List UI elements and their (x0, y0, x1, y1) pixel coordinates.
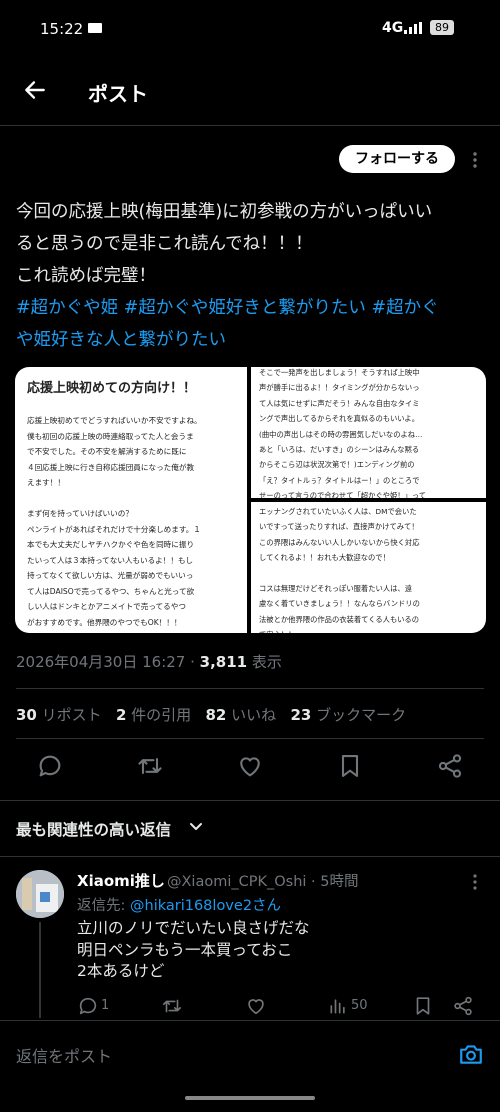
views-icon[interactable] (328, 994, 348, 1018)
status-bar: 15:22 4G 89 (0, 0, 500, 56)
chevron-down-icon[interactable] (189, 822, 203, 832)
header-divider (0, 125, 500, 126)
network-type: 4G (382, 20, 404, 36)
post-text: 今回の応援上映(梅田基準)に初参戦の方がいっぱいい ると思うので是非これ読んでね… (16, 196, 484, 356)
divider (16, 688, 484, 689)
battery-level: 89 (430, 20, 454, 35)
post-actions (0, 752, 500, 786)
divider (0, 856, 500, 857)
reply-text-line: 立川のノリでだいたい良さげだな (77, 919, 310, 937)
quotes-label[interactable]: 件の引用 (126, 706, 191, 724)
reply-to-prefix: 返信先: (77, 898, 130, 914)
page-title: ポスト (88, 82, 148, 106)
home-indicator (185, 1096, 315, 1100)
avatar-image-icon (16, 870, 64, 918)
reply-author-name[interactable]: Xiaomi推し (77, 870, 165, 891)
divider (16, 738, 484, 739)
reply-count: 1 (101, 998, 110, 1013)
hashtags-line[interactable]: や姫好きな人と繋がりたい (16, 324, 484, 356)
reply-icon[interactable] (77, 994, 99, 1018)
share-icon[interactable] (452, 994, 474, 1018)
repost-icon[interactable] (136, 752, 164, 780)
post-text-line: これ読めば完璧！ (16, 266, 156, 286)
reply-to: 返信先: @hikari168love2さん (77, 894, 281, 915)
reply-input[interactable]: 返信をポスト (16, 1043, 112, 1067)
like-icon[interactable] (236, 752, 264, 780)
reply-actions: 1 50 (0, 994, 500, 1020)
divider (0, 800, 500, 801)
post-text-line: ると思うので是非これ読んでね！！！ (16, 234, 313, 254)
image-body-text: エッナングされていたいふく人は、DMで会いた いですって送ったりすれば、直接声か… (259, 507, 420, 633)
like-icon[interactable] (245, 994, 267, 1018)
reply-to-mention[interactable]: @hikari168love2さん (130, 898, 281, 914)
views-label: 表示 (247, 653, 282, 671)
reply-author-handle[interactable]: @Xiaomi_CPK_Oshi · 5時間 (167, 870, 359, 891)
reply-text-line: 明日ペンラもう一本買っておこ (77, 940, 293, 959)
back-arrow-icon[interactable] (22, 77, 48, 103)
post-stats: 30 リポスト 2 件の引用 82 いいね 23 ブックマーク (16, 704, 406, 725)
reposts-label[interactable]: リポスト (37, 706, 102, 724)
share-icon[interactable] (436, 752, 464, 780)
image-title: 応援上映初めての方向け！！ (27, 381, 197, 396)
reply-text: 立川のノリでだいたい良さげだな 明日ペンラもう一本買っておこ 2本あるけど (77, 918, 310, 983)
reposts-count[interactable]: 30 (16, 706, 37, 724)
likes-label[interactable]: いいね (226, 706, 276, 724)
bookmarks-label[interactable]: ブックマーク (311, 706, 406, 724)
signal-icon (404, 22, 422, 34)
timestamp-text: 2026年04月30日 16:27 · (16, 653, 200, 671)
bookmark-icon[interactable] (336, 752, 364, 780)
more-vert-icon[interactable] (470, 872, 480, 892)
image-body-text: そこで一発声を出しましょう！そうすれば上映中 声が勝手に出るよ！！タイミングが分… (259, 368, 427, 498)
media-image-left[interactable]: 応援上映初めての方向け！！ 応援上映初めてでどうすればいいか不安ですよね。 僕も… (15, 367, 247, 633)
post-media-grid: 応援上映初めての方向け！！ 応援上映初めてでどうすればいいか不安ですよね。 僕も… (15, 367, 486, 633)
follow-button[interactable]: フォローする (339, 145, 455, 173)
views-count: 50 (351, 998, 368, 1013)
repost-icon[interactable] (161, 994, 183, 1018)
replies-sort-label[interactable]: 最も関連性の高い返信 (16, 818, 171, 840)
mail-icon (88, 23, 102, 33)
avatar[interactable] (16, 870, 64, 918)
top-bar: ポスト (0, 62, 500, 120)
more-vert-icon[interactable] (470, 150, 480, 170)
reply-text-line: 2本あるけど (77, 962, 165, 980)
image-body-text: 応援上映初めてでどうすればいいか不安ですよね。 僕も初回の応援上映の時連絡取って… (27, 416, 202, 627)
media-image-right-top[interactable]: そこで一発声を出しましょう！そうすれば上映中 声が勝手に出るよ！！タイミングが分… (251, 367, 486, 498)
post-text-line: 今回の応援上映(梅田基準)に初参戦の方がいっぱいい (16, 202, 433, 222)
post-timestamp: 2026年04月30日 16:27 · 3,811 表示 (16, 651, 282, 672)
status-time: 15:22 (40, 20, 84, 38)
camera-icon[interactable] (458, 1041, 484, 1067)
views-count: 3,811 (199, 653, 248, 671)
quotes-count[interactable]: 2 (116, 706, 126, 724)
bookmark-icon[interactable] (412, 994, 434, 1018)
bookmarks-count[interactable]: 23 (290, 706, 311, 724)
likes-count[interactable]: 82 (206, 706, 227, 724)
media-image-right-bottom[interactable]: エッナングされていたいふく人は、DMで会いた いですって送ったりすれば、直接声か… (251, 502, 486, 633)
reply-icon[interactable] (36, 752, 64, 780)
hashtags-line[interactable]: #超かぐや姫 #超かぐや姫好きと繋がりたい #超かぐ (16, 292, 484, 324)
